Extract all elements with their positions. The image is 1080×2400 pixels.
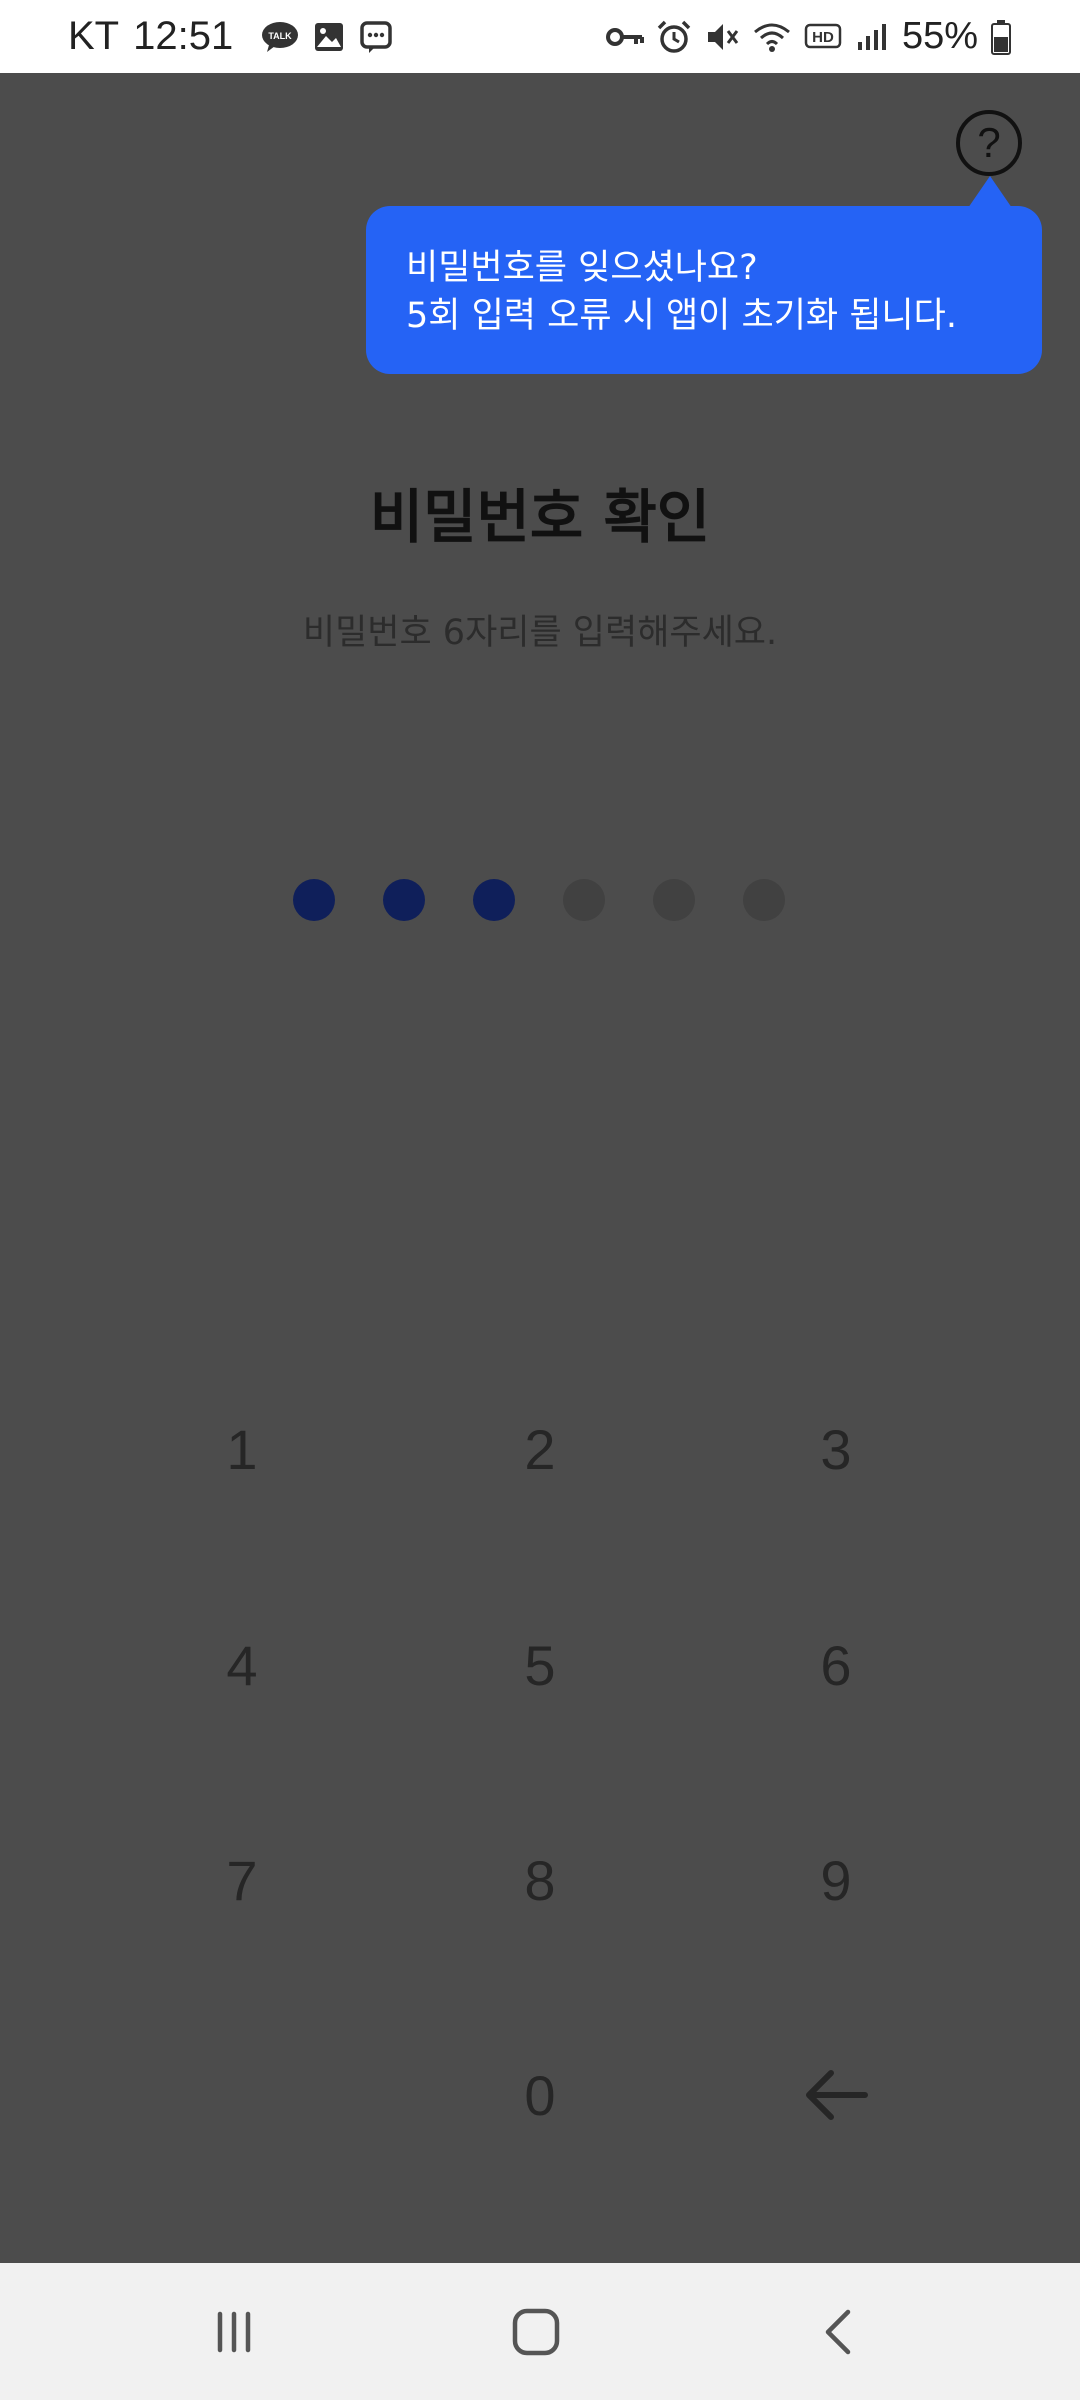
key-9[interactable]: 9 xyxy=(736,1805,936,1955)
battery-label: 55% xyxy=(901,15,978,57)
help-button[interactable]: ? xyxy=(956,110,1022,176)
key-1[interactable]: 1 xyxy=(142,1374,342,1524)
pin-dot-filled xyxy=(383,879,425,921)
backspace-arrow-icon xyxy=(806,2070,868,2120)
status-left: KT 12:51 TALK xyxy=(68,0,393,73)
home-button[interactable] xyxy=(456,2263,616,2400)
alarm-icon xyxy=(656,19,692,55)
help-tooltip[interactable]: 비밀번호를 잊으셨나요? 5회 입력 오류 시 앱이 초기화 됩니다. xyxy=(366,206,1042,374)
pin-dot-empty xyxy=(653,879,695,921)
page-subtitle: 비밀번호 6자리를 입력해주세요. xyxy=(302,613,778,653)
wifi-icon xyxy=(752,20,792,54)
navigation-bar xyxy=(0,2263,1080,2400)
key-icon xyxy=(605,25,644,49)
svg-text:TALK: TALK xyxy=(269,31,293,41)
recent-apps-button[interactable] xyxy=(154,2263,314,2400)
tooltip-line-1: 비밀번호를 잊으셨나요? xyxy=(406,248,758,288)
key-2[interactable]: 2 xyxy=(440,1374,640,1524)
mute-icon xyxy=(704,19,740,55)
key-5[interactable]: 5 xyxy=(440,1590,640,1740)
pin-dot-filled xyxy=(293,879,335,921)
home-icon xyxy=(512,2308,560,2355)
key-3[interactable]: 3 xyxy=(736,1374,936,1524)
key-4[interactable]: 4 xyxy=(142,1590,342,1740)
tooltip-arrow xyxy=(968,176,1012,208)
page-title: 비밀번호 확인 xyxy=(369,483,711,551)
backspace-button[interactable] xyxy=(736,2020,936,2170)
back-icon xyxy=(825,2309,851,2354)
status-right: HD 55% xyxy=(594,0,1012,73)
battery-icon xyxy=(990,19,1012,55)
pin-indicator xyxy=(293,879,793,921)
tooltip-line-2: 5회 입력 오류 시 앱이 초기화 됩니다. xyxy=(406,296,957,336)
message-icon xyxy=(359,20,393,54)
clock: 12:51 xyxy=(133,14,234,58)
key-empty xyxy=(142,2020,342,2170)
key-0[interactable]: 0 xyxy=(440,2020,640,2170)
key-7[interactable]: 7 xyxy=(142,1805,342,1955)
status-bar: KT 12:51 TALK HD 55% xyxy=(0,0,1080,73)
recent-apps-icon xyxy=(217,2311,251,2352)
key-6[interactable]: 6 xyxy=(736,1590,936,1740)
gallery-icon xyxy=(313,21,345,53)
question-mark-icon: ? xyxy=(977,119,1001,166)
pin-dot-empty xyxy=(743,879,785,921)
pin-dot-empty xyxy=(563,879,605,921)
pin-dot-filled xyxy=(473,879,515,921)
key-8[interactable]: 8 xyxy=(440,1805,640,1955)
hd-icon: HD xyxy=(804,22,844,52)
signal-icon xyxy=(856,22,890,52)
talk-icon: TALK xyxy=(261,21,299,53)
carrier-label: KT xyxy=(68,14,120,58)
svg-text:HD: HD xyxy=(812,29,834,46)
back-button[interactable] xyxy=(758,2263,918,2400)
